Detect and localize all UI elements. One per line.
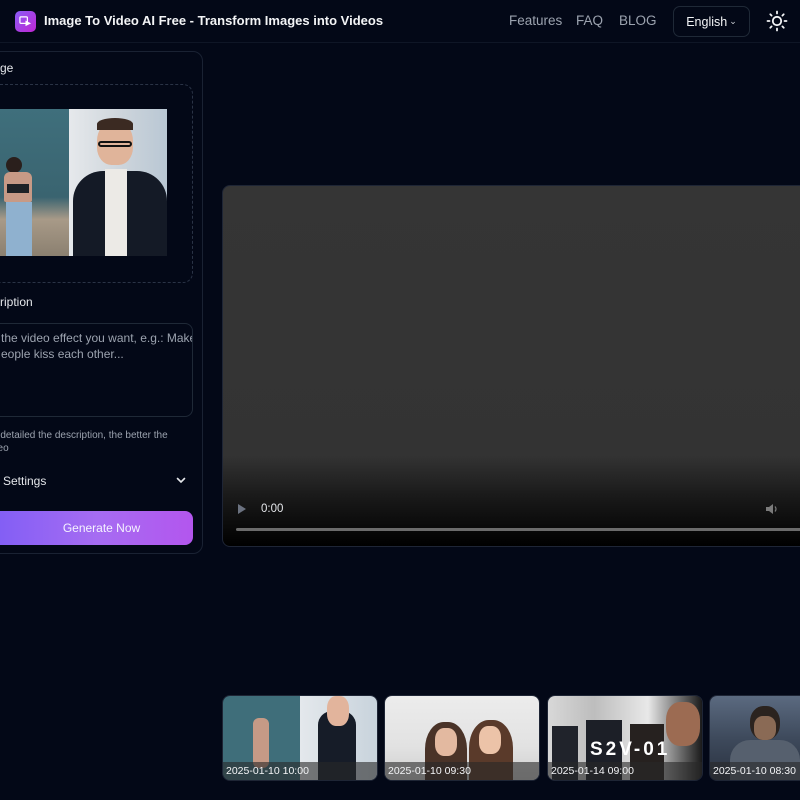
- history-timestamp: 2025-01-10 08:30: [710, 762, 800, 780]
- seek-bar[interactable]: [236, 528, 800, 531]
- thumbnail-overlay-text: S2V-01: [590, 739, 671, 760]
- description-label: ription: [0, 295, 33, 309]
- placeholder-line: eople kiss each other...: [1, 347, 124, 361]
- figure-jeans: [6, 202, 32, 256]
- thumb-figure: [435, 728, 457, 756]
- uploaded-image-preview: [0, 109, 167, 256]
- history-item[interactable]: S2V-01 2025-01-14 09:00: [547, 695, 703, 781]
- generate-button[interactable]: Generate Now: [0, 511, 193, 545]
- app-title: Image To Video AI Free - Transform Image…: [44, 13, 384, 28]
- volume-icon[interactable]: [765, 503, 779, 515]
- preview-photo-man: [69, 109, 167, 256]
- logo[interactable]: [15, 11, 36, 32]
- history-timestamp: 2025-01-10 10:00: [223, 762, 377, 780]
- nav-blog[interactable]: BLOG: [619, 13, 657, 28]
- glasses: [98, 141, 132, 147]
- thumb-figure: [253, 718, 269, 768]
- chevron-down-icon: [176, 477, 186, 484]
- language-select[interactable]: English ⌄: [673, 6, 750, 37]
- history-item[interactable]: 2025-01-10 08:30: [709, 695, 800, 781]
- history-item[interactable]: 2025-01-10 09:30: [384, 695, 540, 781]
- history-item[interactable]: 2025-01-10 10:00: [222, 695, 378, 781]
- figure-top: [7, 184, 29, 193]
- current-time: 0:00: [261, 503, 284, 515]
- video-player[interactable]: 0:00: [222, 185, 800, 547]
- thumb-figure: [666, 702, 700, 746]
- figure-head: [6, 157, 22, 173]
- description-hint: e detailed the description, the better t…: [0, 429, 192, 455]
- sun-icon[interactable]: [766, 10, 788, 32]
- thumb-figure: [479, 726, 501, 754]
- history-timestamp: 2025-01-14 09:00: [548, 762, 702, 780]
- figure-shirt: [105, 169, 127, 256]
- language-value: English: [686, 14, 728, 29]
- settings-label: Settings: [3, 474, 47, 488]
- video-play-icon: [19, 16, 32, 27]
- hint-line: e detailed the description, the better t…: [0, 430, 168, 441]
- nav-faq[interactable]: FAQ: [576, 13, 603, 28]
- advanced-settings-toggle[interactable]: Settings: [0, 470, 193, 492]
- description-input[interactable]: the video effect you want, e.g.: Make eo…: [0, 323, 193, 417]
- thumb-figure: [327, 696, 349, 726]
- image-label: ge: [0, 61, 14, 75]
- hint-line: deo: [0, 443, 9, 454]
- chevron-down-icon: ⌄: [729, 16, 737, 26]
- placeholder-line: the video effect you want, e.g.: Make: [1, 331, 193, 345]
- play-icon[interactable]: [238, 504, 246, 514]
- figure-hair: [97, 118, 133, 130]
- nav-features[interactable]: Features: [509, 13, 562, 28]
- history-timestamp: 2025-01-10 09:30: [385, 762, 539, 780]
- top-header: Image To Video AI Free - Transform Image…: [0, 0, 800, 43]
- thumb-figure: [754, 716, 776, 740]
- preview-photo-woman: [0, 109, 69, 256]
